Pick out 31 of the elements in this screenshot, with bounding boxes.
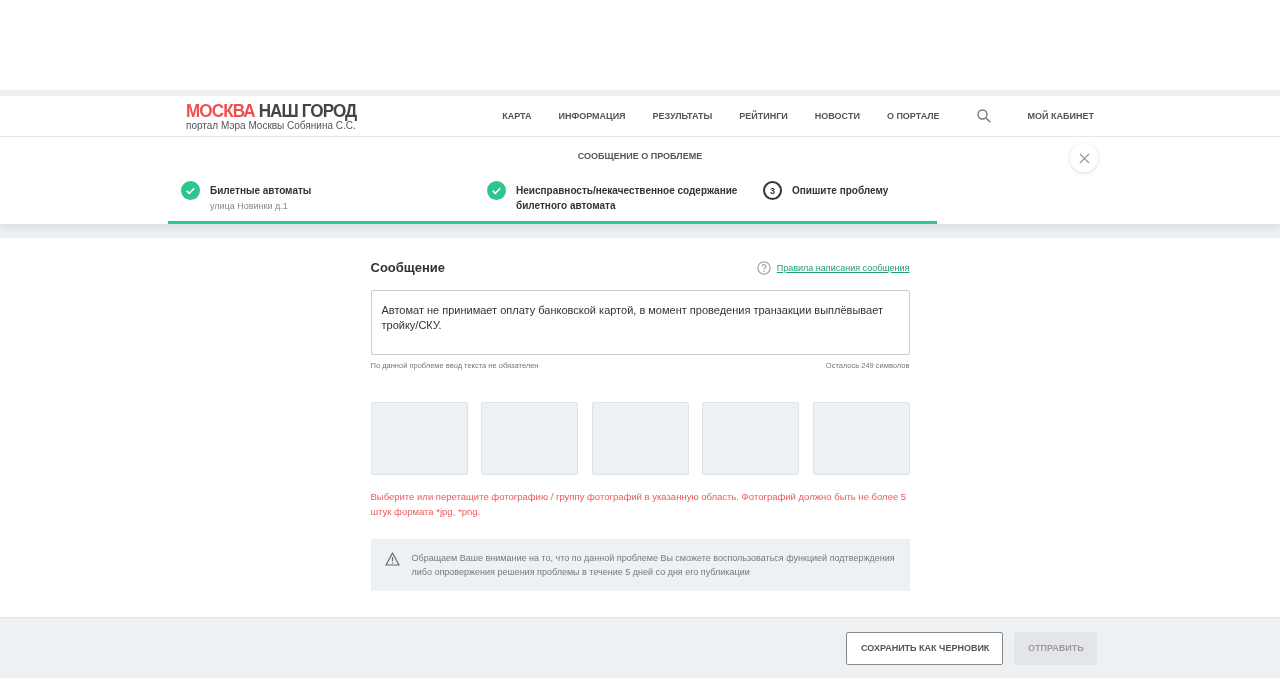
dialog-title: СООБЩЕНИЕ О ПРОБЛЕМЕ [577,151,703,161]
nav-link[interactable]: НОВОСТИ [814,111,860,121]
nav-link[interactable]: КАРТА [502,111,532,121]
photo-slot[interactable] [481,402,578,475]
step-title: Билетные автоматы [210,184,312,198]
step-number: 3 [763,181,782,200]
photo-slot[interactable] [812,402,910,475]
close-button[interactable] [1070,144,1098,172]
help-icon[interactable] [756,260,771,275]
nav-link[interactable]: ИНФОРМАЦИЯ [558,111,626,121]
step-title: Опишите проблему [792,184,889,198]
nav-link[interactable]: РЕЗУЛЬТАТЫ [652,111,713,121]
logo-subtitle: портал Мэра Москвы Собянина С.С. [186,121,356,131]
photo-slot[interactable] [370,402,468,475]
step-title: Неисправность/некачественное содержание билетного автомата [516,184,739,213]
warning-icon [384,552,400,566]
photo-error: Выберите или перетащите фотографию / группу фотографий в указанную область. Фотографий должно быть не более 5 штук формата *jpg, *png. [370,490,908,519]
rules-link[interactable]: Правила написания сообщения [776,262,910,273]
step-subtitle: улица Новинки д.1 [210,201,289,211]
notice-text: Обращаем Ваше внимание на то, что по данной проблеме Вы сможете воспользоваться функцией подтверждения либо опровержения решения проблемы в течение 5 дней со дня его публикации [411,552,896,579]
nav-link[interactable]: О ПОРТАЛЕ [886,111,940,121]
nav-link[interactable]: РЕЙТИНГИ [739,111,788,121]
section-heading: Сообщение [370,260,446,275]
message-field[interactable]: Автомат не принимает оплату банковской картой, в момент проведения транзакции выплёвывает тройку/СКУ. [370,290,910,355]
close-icon[interactable] [1078,152,1090,164]
account-link[interactable]: МОЙ КАБИНЕТ [1027,111,1094,121]
photo-slot[interactable] [702,402,799,475]
photo-slot[interactable] [591,402,689,475]
search-icon[interactable] [976,109,991,123]
logo-title[interactable]: МОСКВА НАШ ГОРОД [186,101,357,120]
draft-button[interactable]: СОХРАНИТЬ КАК ЧЕРНОВИК [846,631,1003,665]
